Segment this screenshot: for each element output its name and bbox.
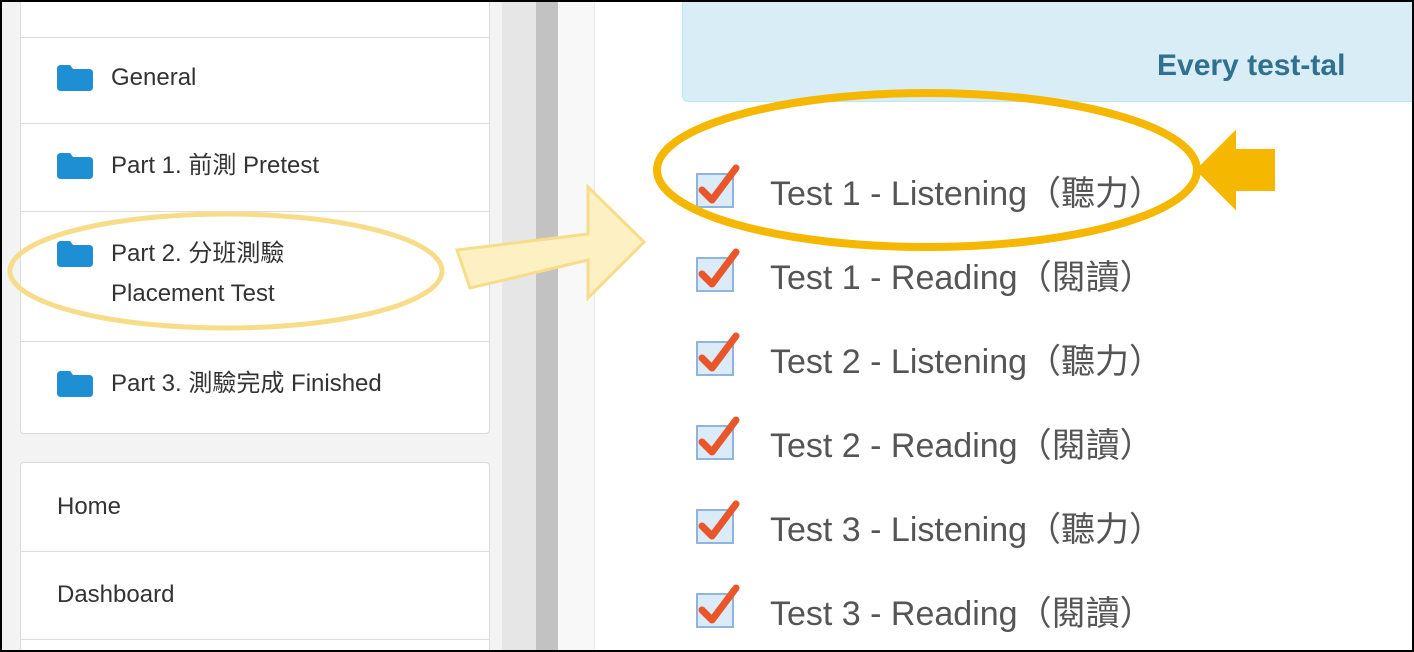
section-label: General (111, 64, 197, 91)
section-part1[interactable]: Part 1. 前測 Pretest (21, 123, 489, 212)
sidebar-scrollbar[interactable] (536, 2, 558, 650)
activity-label: Test 2 - Listening（聽力） (770, 343, 1164, 381)
activity-label: Test 3 - Listening（聽力） (770, 511, 1164, 549)
folder-icon (57, 65, 93, 91)
section-row-blank (21, 2, 489, 38)
section-general[interactable]: General (21, 37, 489, 124)
section-label: Part 1. 前測 Pretest (111, 152, 320, 179)
nav-item-home[interactable]: Home (21, 463, 489, 552)
activity-label: Test 3 - Reading（閱讀） (770, 595, 1154, 633)
checkbox-complete-icon (696, 500, 740, 544)
checkbox-complete-icon (696, 248, 740, 292)
notice-text: Every test-tal (1157, 49, 1346, 82)
activity-label: Test 2 - Reading（閱讀） (770, 427, 1154, 465)
activity-label: Test 1 - Reading（閱讀） (770, 259, 1154, 297)
navigation-panel: Home Dashboard (20, 462, 490, 650)
checkbox-complete-icon (696, 416, 740, 460)
folder-icon (57, 371, 93, 397)
section-part2[interactable]: Part 2. 分班測驗 Placement Test (21, 211, 489, 342)
section-label-line1: Part 2. 分班測驗 (111, 240, 285, 267)
notice-box: Every test-tal (682, 2, 1412, 102)
sidebar: General Part 1. 前測 Pretest Part 2. 分班測驗 … (2, 2, 502, 650)
folder-icon (57, 241, 93, 267)
checkbox-complete-icon (696, 164, 740, 208)
section-label: Part 3. 測驗完成 Finished (111, 370, 382, 397)
folder-icon (57, 153, 93, 179)
checkbox-complete-icon (696, 584, 740, 628)
sidebar-divider (502, 2, 536, 650)
section-label-line2: Placement Test (111, 280, 275, 307)
checkbox-complete-icon (696, 332, 740, 376)
nav-item-label: Dashboard (57, 581, 175, 608)
nav-item-dashboard[interactable]: Dashboard (21, 551, 489, 640)
nav-item-label: Home (57, 493, 122, 520)
screenshot-frame: General Part 1. 前測 Pretest Part 2. 分班測驗 … (0, 0, 1414, 652)
activity-label: Test 1 - Listening（聽力） (770, 175, 1164, 213)
main-left-gutter (558, 2, 595, 650)
section-part3[interactable]: Part 3. 測驗完成 Finished (21, 341, 489, 433)
course-sections-panel: General Part 1. 前測 Pretest Part 2. 分班測驗 … (20, 2, 490, 434)
